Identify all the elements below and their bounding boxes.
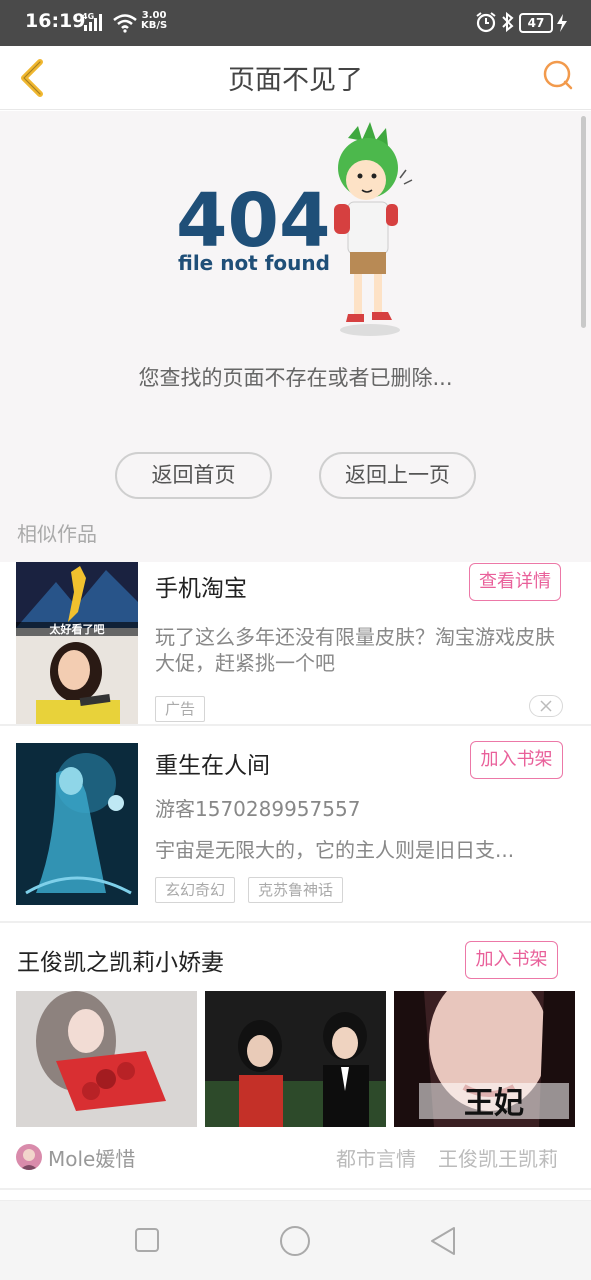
book2-image-2 xyxy=(205,991,386,1127)
signal-icon: 4G xyxy=(82,11,108,37)
book2-author: Mole媛惜 xyxy=(48,1147,136,1171)
similar-works-heading: 相似作品 xyxy=(17,522,97,546)
view-details-button[interactable]: 查看详情 xyxy=(469,563,561,601)
ad-item[interactable]: 太好看了吧 手机淘宝 查看详情 玩了这么多年还没有限量皮肤？淘宝游戏皮肤大促，赶… xyxy=(0,562,591,724)
error-message: 您查找的页面不存在或者已删除... xyxy=(138,366,453,390)
system-nav-bar xyxy=(0,1200,591,1280)
error-subtitle: file not found xyxy=(178,251,330,275)
battery-indicator: 47 xyxy=(519,13,553,33)
divider xyxy=(0,1188,591,1190)
recent-apps-icon[interactable] xyxy=(134,1227,160,1253)
404-illustration: 404 file not found xyxy=(170,118,420,348)
top-header: 页面不见了 xyxy=(0,46,591,110)
book1-description: 宇宙是无限大的，它的主人则是旧日支... xyxy=(155,838,515,862)
status-bar: 16:19 4G 3.00 KB/S 47 xyxy=(0,0,591,46)
add-to-shelf-button-2[interactable]: 加入书架 xyxy=(465,941,558,979)
back-triangle-icon[interactable] xyxy=(428,1225,458,1257)
add-to-shelf-button-1[interactable]: 加入书架 xyxy=(470,741,563,779)
ad-thumb-caption: 太好看了吧 xyxy=(49,622,105,636)
ad-title: 手机淘宝 xyxy=(155,576,247,602)
ad-description: 玩了这么多年还没有限量皮肤？淘宝游戏皮肤大促，赶紧挑一个吧 xyxy=(155,625,555,675)
network-speed: 3.00 KB/S xyxy=(141,11,167,31)
network-type-label: 4G xyxy=(82,12,94,21)
book-item-1[interactable]: 重生在人间 加入书架 游客1570289957557 宇宙是无限大的，它的主人则… xyxy=(0,726,591,921)
book1-cover xyxy=(16,743,138,905)
book2-tag-1[interactable]: 都市言情 xyxy=(336,1146,416,1172)
wifi-icon xyxy=(112,13,138,37)
charging-icon xyxy=(556,13,568,37)
book1-tag-1[interactable]: 玄幻奇幻 xyxy=(155,877,236,903)
home-icon[interactable] xyxy=(279,1225,311,1257)
ad-label: 广告 xyxy=(155,696,206,722)
book1-author: 游客1570289957557 xyxy=(155,797,361,821)
author-avatar xyxy=(16,1144,42,1170)
search-icon[interactable] xyxy=(540,58,576,94)
status-time: 16:19 xyxy=(25,10,86,32)
book1-title: 重生在人间 xyxy=(155,753,270,779)
page-title: 页面不见了 xyxy=(228,65,363,96)
cartoon-kid-icon xyxy=(334,122,413,336)
book2-image3-caption: 王妃 xyxy=(464,1086,524,1121)
network-speed-unit: KB/S xyxy=(141,20,168,31)
close-ad-icon[interactable] xyxy=(529,695,563,717)
book2-image-1 xyxy=(16,991,197,1127)
back-home-button[interactable]: 返回首页 xyxy=(115,452,272,499)
bluetooth-icon xyxy=(500,11,516,37)
scrollbar[interactable] xyxy=(581,116,586,328)
previous-page-button[interactable]: 返回上一页 xyxy=(319,452,476,499)
ad-thumbnail: 太好看了吧 xyxy=(16,562,138,724)
book2-title: 王俊凯之凯莉小娇妻 xyxy=(17,950,224,976)
app-screen: 16:19 4G 3.00 KB/S 47 页面不见了 404 file not… xyxy=(0,0,591,1280)
book1-tag-2[interactable]: 克苏鲁神话 xyxy=(248,877,344,903)
alarm-icon xyxy=(475,11,497,37)
book2-tag-2[interactable]: 王俊凯王凯莉 xyxy=(438,1146,558,1172)
book2-image-3: 王妃 xyxy=(394,991,575,1127)
book-item-2[interactable]: 王俊凯之凯莉小娇妻 加入书架 王妃 Mole媛惜 都市言情 王俊凯王凯莉 xyxy=(0,923,591,1188)
